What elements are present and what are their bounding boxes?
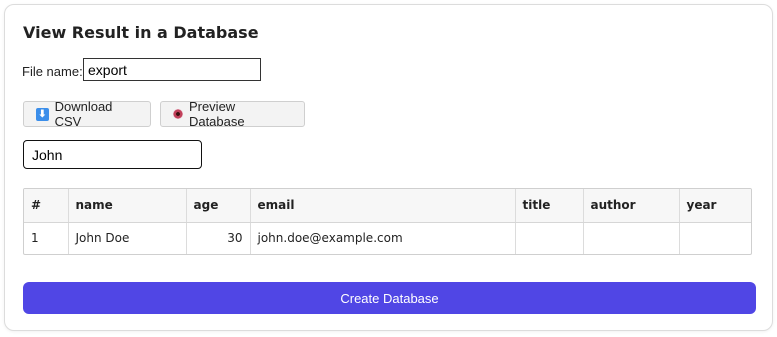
file-name-label: File name: — [22, 64, 83, 79]
preview-database-label: Preview Database — [188, 99, 245, 129]
table-header-row: # name age email title author year — [24, 189, 751, 223]
download-icon: ⬇ — [36, 107, 49, 121]
table-row: 1 John Doe 30 john.doe@example.com — [24, 222, 751, 254]
download-csv-button[interactable]: ⬇ Download CSV — [23, 99, 151, 129]
page-title: View Result in a Database — [23, 23, 259, 42]
column-header[interactable]: year — [679, 189, 751, 223]
table-cell: john.doe@example.com — [250, 222, 516, 254]
column-header[interactable]: name — [68, 189, 187, 223]
preview-database-button[interactable]: Preview Database — [160, 99, 305, 129]
table-cell — [679, 222, 751, 254]
filter-input[interactable] — [23, 140, 202, 169]
column-header[interactable]: age — [186, 189, 251, 223]
table-cell: John Doe — [68, 222, 187, 254]
table-cell: 30 — [186, 222, 251, 254]
result-card: View Result in a Database File name: ⬇ D… — [4, 4, 773, 331]
table-cell — [515, 222, 584, 254]
eye-icon — [173, 109, 183, 119]
results-table: # name age email title author year 1 Joh… — [23, 188, 752, 255]
column-header[interactable]: # — [24, 189, 69, 223]
download-csv-label: Download CSV — [54, 99, 113, 129]
table-cell — [583, 222, 680, 254]
file-name-input[interactable] — [83, 58, 261, 81]
create-database-button[interactable]: Create Database — [23, 282, 756, 314]
column-header[interactable]: title — [515, 189, 584, 223]
column-header[interactable]: email — [250, 189, 516, 223]
column-header[interactable]: author — [583, 189, 680, 223]
table-cell: 1 — [24, 222, 69, 254]
